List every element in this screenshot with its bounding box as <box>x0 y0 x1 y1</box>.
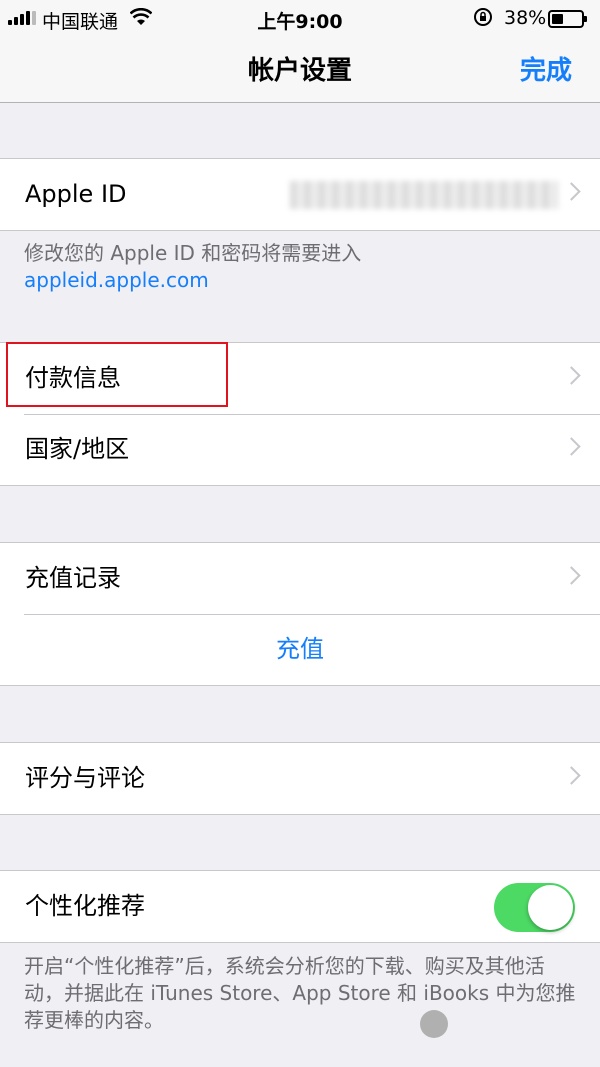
personalized-recommendations-label: 个性化推荐 <box>25 892 145 920</box>
top-up-row[interactable]: 充值 <box>0 614 600 685</box>
chevron-right-icon <box>562 766 581 785</box>
top-up-button[interactable]: 充值 <box>0 614 600 685</box>
apple-id-value-blurred <box>290 181 558 209</box>
logo-mark-icon <box>420 1010 448 1038</box>
ratings-reviews-row[interactable]: 评分与评论 <box>0 743 600 814</box>
apple-id-footnote: 修改您的 Apple ID 和密码将需要进入 appleid.apple.com <box>24 240 580 294</box>
apple-id-row[interactable]: Apple ID <box>0 159 600 230</box>
ratings-group: 评分与评论 <box>0 742 600 815</box>
orientation-lock-icon <box>473 7 493 32</box>
battery-icon <box>548 10 587 28</box>
highlight-box <box>6 342 228 407</box>
chevron-right-icon <box>562 566 581 585</box>
recommendations-group: 个性化推荐 <box>0 870 600 943</box>
done-button[interactable]: 完成 <box>520 50 572 87</box>
personalized-recommendations-toggle[interactable] <box>494 883 575 932</box>
chevron-right-icon <box>562 366 581 385</box>
navigation-bar: 帐户设置 完成 <box>0 36 600 103</box>
page-title: 帐户设置 <box>247 56 352 86</box>
appleid-link[interactable]: appleid.apple.com <box>24 267 580 294</box>
purchase-group: 充值记录 充值 <box>0 542 600 686</box>
chevron-right-icon <box>562 437 581 456</box>
battery-percent: 38% <box>504 7 547 29</box>
ratings-reviews-label: 评分与评论 <box>25 764 145 792</box>
status-bar: 中国联通 上午9:00 38% <box>0 0 600 36</box>
purchase-history-label: 充值记录 <box>25 564 121 592</box>
chevron-right-icon <box>562 182 581 201</box>
apple-id-footnote-text: 修改您的 Apple ID 和密码将需要进入 <box>24 241 362 265</box>
purchase-history-row[interactable]: 充值记录 <box>0 543 600 614</box>
country-region-label: 国家/地区 <box>25 435 130 463</box>
apple-id-group: Apple ID <box>0 158 600 231</box>
corner-watermark-logo <box>420 1010 454 1038</box>
apple-id-label: Apple ID <box>25 180 127 208</box>
recommendations-footnote: 开启“个性化推荐”后，系统会分析您的下载、购买及其他活动，并据此在 iTunes… <box>24 954 576 1032</box>
country-region-row[interactable]: 国家/地区 <box>0 414 600 485</box>
personalized-recommendations-row: 个性化推荐 <box>0 871 600 942</box>
